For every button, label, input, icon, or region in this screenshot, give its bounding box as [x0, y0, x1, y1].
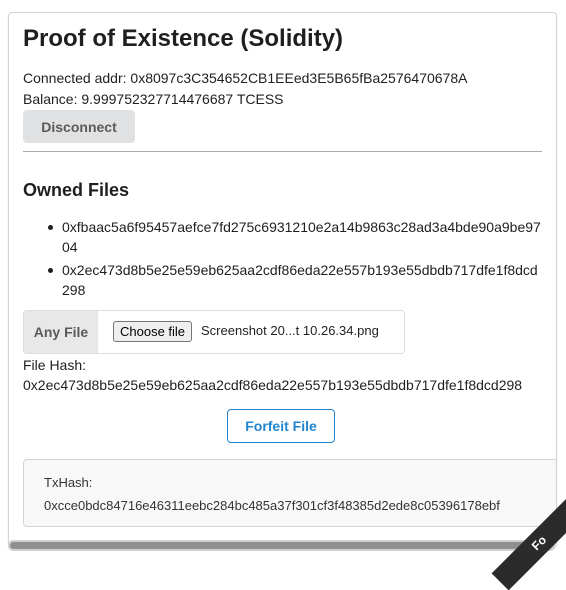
owned-files-heading: Owned Files	[23, 180, 130, 200]
file-hash-value: 0x2ec473d8b5e25e59eb625aa2cdf86eda22e557…	[23, 377, 523, 393]
scrollbar-thumb[interactable]	[10, 542, 530, 549]
file-hash-entry: 0xfbaac5a6f95457aefce7fd275c6931210e2a14…	[62, 219, 541, 255]
selected-file-name: Screenshot 20...t 10.26.34.png	[201, 323, 379, 338]
tx-message: TxHash: 0xcce0bdc84716e46311eebc284bc485…	[23, 459, 556, 527]
connected-address: Connected addr: 0x8097c3C354652CB1EEed3E…	[23, 70, 468, 86]
list-item: 0x2ec473d8b5e25e59eb625aa2cdf86eda22e557…	[23, 260, 543, 300]
file-hash-label: File Hash:	[23, 357, 87, 373]
list-item: 0xfbaac5a6f95457aefce7fd275c6931210e2a14…	[23, 217, 543, 257]
bullet-icon	[48, 268, 53, 273]
owned-files-list: 0xfbaac5a6f95457aefce7fd275c6931210e2a14…	[23, 217, 543, 303]
divider	[23, 151, 542, 152]
main-card: Proof of Existence (Solidity) Connected …	[8, 12, 557, 548]
tx-hash-label: TxHash:	[44, 475, 93, 490]
file-input-group: Any File Choose file Screenshot 20...t 1…	[23, 310, 405, 354]
choose-file-button[interactable]: Choose file	[113, 321, 193, 342]
disconnect-button[interactable]: Disconnect	[23, 110, 135, 143]
forfeit-file-button[interactable]: Forfeit File	[227, 409, 335, 443]
file-hash-entry: 0x2ec473d8b5e25e59eb625aa2cdf86eda22e557…	[62, 262, 538, 298]
horizontal-scrollbar[interactable]	[8, 540, 555, 551]
bullet-icon	[48, 225, 53, 230]
tx-hash-value: 0xcce0bdc84716e46311eebc284bc485a37f301c…	[44, 498, 500, 513]
file-input-label: Any File	[24, 311, 98, 353]
balance-text: Balance: 9.999752327714476687 TCESS	[23, 91, 284, 107]
page-title: Proof of Existence (Solidity)	[23, 25, 344, 52]
